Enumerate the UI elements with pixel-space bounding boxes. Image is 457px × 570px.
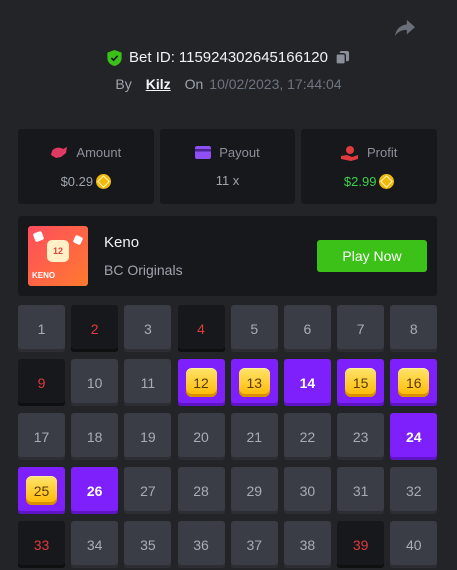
verified-shield-icon [107,49,122,66]
card-icon [195,146,212,159]
gem-hit-icon: 16 [398,368,430,397]
gem-hit-icon: 12 [185,368,217,397]
keno-cell-20[interactable]: 20 [177,413,225,460]
stat-profit-value-row: $2.99 [343,173,395,189]
keno-cell-26[interactable]: 26 [71,467,119,514]
stat-amount-value-row: $0.29 [60,173,112,189]
keno-cell-35[interactable]: 35 [124,521,172,568]
keno-cell-5[interactable]: 5 [230,305,278,352]
gem-hit-icon: 25 [26,476,57,505]
stat-amount: Amount $0.29 [18,129,154,204]
profit-hand-icon [341,145,358,161]
stat-amount-value: $0.29 [60,173,94,189]
gem-hit-icon: 13 [238,368,270,397]
game-title: Keno [104,234,140,251]
keno-cell-22[interactable]: 22 [283,413,331,460]
keno-cell-33[interactable]: 33 [18,521,65,568]
keno-cell-3[interactable]: 3 [124,305,172,352]
username-link[interactable]: Kilz [146,76,171,92]
keno-cell-12[interactable]: 12 [177,359,225,406]
gem-hit-icon: 15 [345,368,377,397]
keno-cell-34[interactable]: 34 [71,521,119,568]
keno-cell-18[interactable]: 18 [71,413,119,460]
keno-thumbnail[interactable]: 12 KENO [28,226,88,286]
keno-cell-11[interactable]: 11 [124,359,172,406]
bet-date: 10/02/2023, 17:44:04 [209,76,342,92]
on-label: On [184,76,204,92]
bet-id-value: 115924302645166120 [178,49,328,66]
keno-number-grid: 1 2 3 4 5 6 7 8 9 10 11 12 13 14 15 16 17 18 19 20 21 22 23 24 2… [18,305,438,568]
stat-profit-value: $2.99 [343,173,377,189]
bet-stats: Amount $0.29 Payout 11 x Profit $2.99 [18,129,438,204]
die-icon [32,230,45,243]
keno-cell-38[interactable]: 38 [283,521,331,568]
play-now-button[interactable]: Play Now [317,240,427,272]
keno-cell-15[interactable]: 15 [337,359,385,406]
keno-cell-6[interactable]: 6 [283,305,331,352]
keno-cell-31[interactable]: 31 [337,467,385,514]
keno-cell-13[interactable]: 13 [230,359,278,406]
keno-cell-40[interactable]: 40 [390,521,438,568]
game-subtitle: BC Originals [104,262,183,278]
coin-icon [96,173,112,189]
thumbnail-label: KENO [32,271,56,280]
keno-cell-4[interactable]: 4 [177,305,225,352]
copy-icon[interactable] [335,50,350,65]
keno-cell-24[interactable]: 24 [390,413,438,460]
amount-icon [51,146,68,158]
keno-cell-7[interactable]: 7 [337,305,385,352]
keno-cell-2[interactable]: 2 [71,305,119,352]
keno-cell-25[interactable]: 25 [18,467,65,514]
by-label: By [115,76,132,92]
keno-cell-19[interactable]: 19 [124,413,172,460]
keno-cell-17[interactable]: 17 [18,413,65,460]
stat-profit: Profit $2.99 [301,129,438,204]
stat-profit-label: Profit [367,145,398,160]
bet-header: Bet ID: 115924302645166120 By Kilz On 10… [0,49,457,92]
keno-cell-14[interactable]: 14 [283,359,331,406]
keno-cell-23[interactable]: 23 [337,413,385,460]
stat-amount-label: Amount [76,145,122,160]
keno-cell-28[interactable]: 28 [177,467,225,514]
keno-cell-32[interactable]: 32 [390,467,438,514]
stat-payout: Payout 11 x [159,129,296,204]
share-icon[interactable] [394,18,416,38]
keno-cell-21[interactable]: 21 [230,413,278,460]
keno-cell-1[interactable]: 1 [18,305,65,352]
keno-cell-29[interactable]: 29 [230,467,278,514]
bet-id-label: Bet ID: [129,49,175,66]
keno-cell-16[interactable]: 16 [390,359,438,406]
keno-cell-37[interactable]: 37 [230,521,278,568]
keno-ball-icon: 12 [47,240,69,262]
coin-icon [379,173,395,189]
keno-cell-39[interactable]: 39 [337,521,385,568]
stat-payout-value: 11 x [215,173,240,188]
keno-cell-10[interactable]: 10 [71,359,119,406]
stat-payout-label: Payout [219,145,260,160]
keno-cell-36[interactable]: 36 [177,521,225,568]
keno-cell-27[interactable]: 27 [124,467,172,514]
keno-cell-30[interactable]: 30 [283,467,331,514]
game-card: 12 KENO Keno BC Originals Play Now [18,216,437,296]
stat-payout-value-row: 11 x [216,173,240,188]
die-icon [72,234,84,246]
keno-cell-8[interactable]: 8 [390,305,438,352]
keno-cell-9[interactable]: 9 [18,359,65,406]
